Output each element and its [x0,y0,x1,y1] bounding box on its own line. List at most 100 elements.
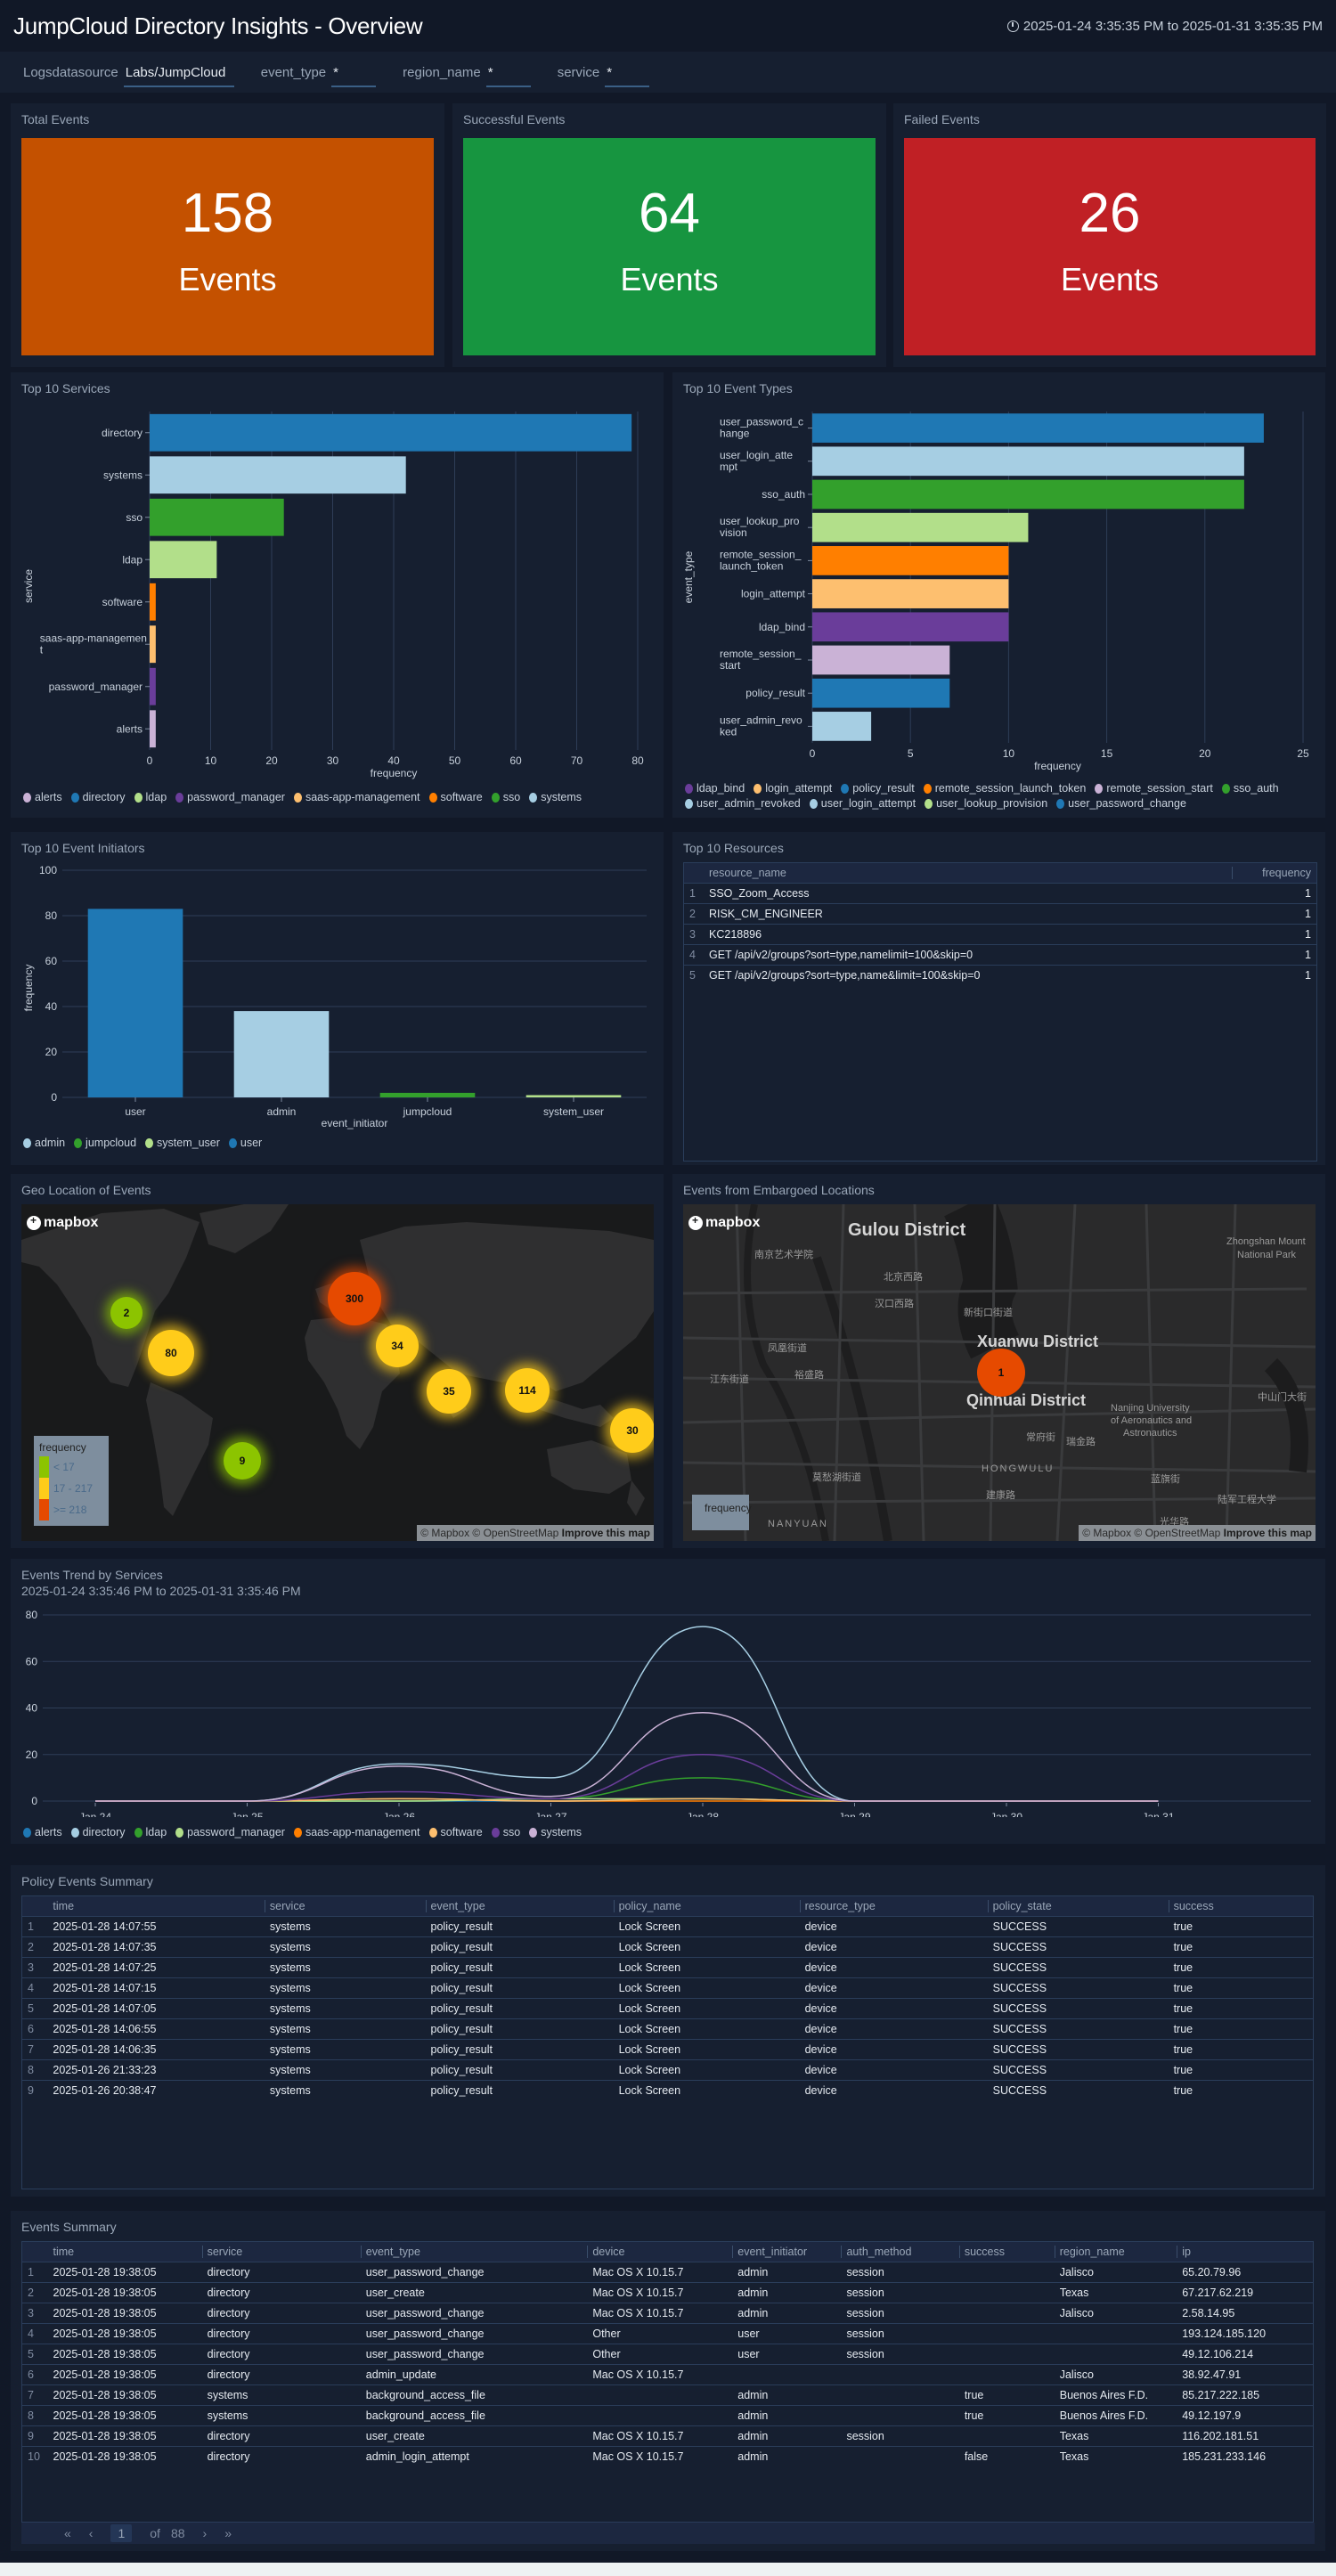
column-header-time[interactable]: time [47,1896,265,1916]
column-header-device[interactable]: device [587,2242,733,2262]
legend-item[interactable]: systems [529,791,582,803]
first-page-button[interactable]: « [64,2526,71,2540]
legend-item[interactable]: remote_session_launch_token [923,782,1086,795]
legend-item[interactable]: directory [70,791,126,803]
filter-region-name[interactable]: region_name * [403,58,531,87]
table-row[interactable]: 2 RISK_CM_ENGINEER 1 [684,902,1316,924]
filter-value[interactable]: * [605,65,650,87]
table-row[interactable]: 1 2025-01-28 14:07:55 systems policy_result… [22,1915,1313,1936]
column-header-success[interactable]: success [958,2242,1055,2262]
table-row[interactable]: 5 2025-01-28 19:38:05 directory user_passwo… [22,2343,1313,2364]
column-header-policy-name[interactable]: policy_name [613,1896,800,1916]
table-row[interactable]: 1 2025-01-28 19:38:05 directory user_passwo… [22,2261,1313,2282]
filter-value[interactable]: Labs/JumpCloud [123,65,234,87]
map-cluster-marker[interactable]: 80 [148,1330,194,1376]
map-cluster-marker[interactable]: 114 [505,1368,550,1413]
legend-item[interactable]: sso [491,1826,520,1838]
legend-item[interactable]: system_user [145,1137,220,1149]
page-number-input[interactable]: 1 [110,2524,133,2542]
filter-value[interactable]: * [331,65,377,87]
table-row[interactable]: 4 2025-01-28 14:07:15 systems policy_result… [22,1977,1313,1998]
legend-item[interactable]: ldap [134,791,167,803]
table-row[interactable]: 5 2025-01-28 14:07:05 systems policy_result… [22,1997,1313,2018]
map-cluster-marker[interactable]: 9 [224,1442,261,1480]
legend-item[interactable]: directory [70,1826,126,1838]
table-row[interactable]: 9 2025-01-28 19:38:05 directory user_create… [22,2425,1313,2446]
legend-item[interactable]: password_manager [175,791,285,803]
legend-item[interactable]: ldap_bind [685,782,745,795]
legend-item[interactable]: user [228,1137,262,1149]
table-row[interactable]: 3 KC218896 1 [684,923,1316,944]
legend-item[interactable]: policy_result [841,782,915,795]
map-cluster-marker[interactable]: 34 [376,1325,419,1367]
table-row[interactable]: 7 2025-01-28 19:38:05 systems background_ac… [22,2384,1313,2405]
column-header-frequency[interactable]: frequency [1232,863,1316,883]
map-cluster-marker[interactable]: 35 [427,1369,471,1414]
legend-item[interactable]: alerts [23,791,62,803]
attribution-text[interactable]: © Mapbox © OpenStreetMap [420,1527,558,1539]
legend-item[interactable]: alerts [23,1826,62,1838]
legend-item[interactable]: remote_session_start [1095,782,1213,795]
mapbox-logo[interactable]: mapbox [688,1214,760,1231]
column-header-event-type[interactable]: event_type [360,2242,588,2262]
column-header-time[interactable]: time [47,2242,202,2262]
table-row[interactable]: 6 2025-01-28 19:38:05 directory admin_updat… [22,2363,1313,2384]
column-header-event-initiator[interactable]: event_initiator [732,2242,842,2262]
table-row[interactable]: 2 2025-01-28 14:07:35 systems policy_result… [22,1936,1313,1957]
table-row[interactable]: 7 2025-01-28 14:06:35 systems policy_result… [22,2038,1313,2059]
table-row[interactable]: 8 2025-01-28 19:38:05 systems background_ac… [22,2404,1313,2425]
legend-item[interactable]: software [428,1826,483,1838]
map-cluster-marker[interactable]: 30 [610,1408,654,1453]
filter-event-type[interactable]: event_type * [261,58,377,87]
legend-item[interactable]: user_lookup_provision [925,797,1047,810]
improve-map-link[interactable]: Improve this map [1224,1527,1312,1539]
map-cluster-marker[interactable]: 1 [977,1349,1025,1397]
table-row[interactable]: 6 2025-01-28 14:06:55 systems policy_result… [22,2018,1313,2039]
table-row[interactable]: 3 2025-01-28 14:07:25 systems policy_result… [22,1956,1313,1977]
column-header-success[interactable]: success [1168,1896,1313,1916]
table-row[interactable]: 8 2025-01-26 21:33:23 systems policy_result… [22,2058,1313,2080]
improve-map-link[interactable]: Improve this map [562,1527,650,1539]
legend-item[interactable]: systems [529,1826,582,1838]
column-header-service[interactable]: service [264,1896,426,1916]
table-row[interactable]: 3 2025-01-28 19:38:05 directory user_passwo… [22,2302,1313,2323]
table-row[interactable]: 9 2025-01-26 20:38:47 systems policy_result… [22,2079,1313,2100]
table-row[interactable]: 5 GET /api/v2/groups?sort=type,name&limit… [684,964,1316,985]
table-row[interactable]: 1 SSO_Zoom_Access 1 [684,882,1316,903]
legend-item[interactable]: saas-app-management [293,791,420,803]
legend-item[interactable]: user_login_attempt [809,797,916,810]
world-map[interactable]: mapbox 2 80 300 34 35 114 30 9 frequency < 17 1… [21,1204,654,1541]
legend-item[interactable]: login_attempt [754,782,832,795]
legend-item[interactable]: saas-app-management [293,1826,420,1838]
map-cluster-marker[interactable]: 2 [110,1297,143,1329]
column-header-resource-name[interactable]: resource_name [704,863,1232,883]
table-row[interactable]: 4 GET /api/v2/groups?sort=type,namelimit=… [684,943,1316,965]
city-map[interactable]: Gulou District Xuanwu District Qinhuai D… [683,1204,1316,1541]
column-header-event-type[interactable]: event_type [425,1896,614,1916]
prev-page-button[interactable]: ‹ [89,2526,94,2540]
legend-item[interactable]: jumpcloud [74,1137,136,1149]
mapbox-logo[interactable]: mapbox [27,1214,98,1231]
column-header-resource-type[interactable]: resource_type [799,1896,988,1916]
last-page-button[interactable]: » [224,2526,232,2540]
legend-item[interactable]: ldap [134,1826,167,1838]
column-header-ip[interactable]: ip [1177,2242,1313,2262]
legend-item[interactable]: sso [491,791,520,803]
column-header-region-name[interactable]: region_name [1054,2242,1177,2262]
legend-item[interactable]: admin [23,1137,65,1149]
table-row[interactable]: 2 2025-01-28 19:38:05 directory user_create… [22,2281,1313,2303]
legend-item[interactable]: user_admin_revoked [685,797,801,810]
filter-service[interactable]: service * [558,58,650,87]
filter-value[interactable]: * [485,65,531,87]
legend-item[interactable]: user_password_change [1056,797,1186,810]
map-cluster-marker[interactable]: 300 [328,1272,381,1325]
legend-item[interactable]: sso_auth [1221,782,1279,795]
legend-item[interactable]: password_manager [175,1826,285,1838]
time-range-picker[interactable]: 2025-01-24 3:35:35 PM to 2025-01-31 3:35… [1006,19,1323,34]
attribution-text[interactable]: © Mapbox © OpenStreetMap [1082,1527,1220,1539]
column-header-service[interactable]: service [201,2242,361,2262]
table-row[interactable]: 4 2025-01-28 19:38:05 directory user_passwo… [22,2322,1313,2344]
legend-item[interactable]: software [428,791,483,803]
column-header-policy-state[interactable]: policy_state [987,1896,1169,1916]
column-header-auth-method[interactable]: auth_method [841,2242,959,2262]
